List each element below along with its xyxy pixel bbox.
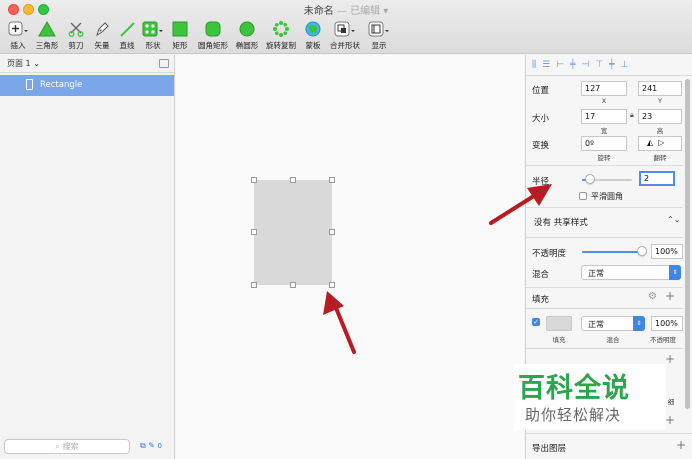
watermark: 百科全说 助你轻松解决 — [514, 364, 666, 430]
arrow-icon — [323, 291, 356, 354]
watermark-subtitle: 助你轻松解决 — [525, 406, 622, 424]
arrow-icon — [489, 184, 552, 225]
app-window: 未命名 — 已编辑 ▾ 插入 三角形 剪刀 矢量 直线 形状 矩形 圆角矩形 椭… — [0, 0, 692, 459]
watermark-title: 百科全说 — [518, 373, 630, 404]
